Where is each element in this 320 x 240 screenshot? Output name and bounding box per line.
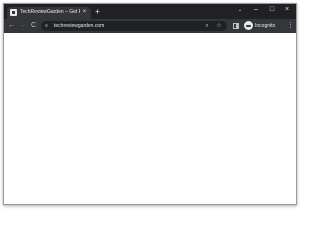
address-bar[interactable]: ≡ techreviewgarden.com ⌕ ☆	[41, 21, 227, 31]
page-content	[4, 33, 296, 204]
browser-menu-button[interactable]: ⋮	[287, 21, 294, 31]
zoom-icon[interactable]: ⌕	[203, 21, 211, 31]
tab-search-chevron-icon[interactable]: ⌄	[234, 5, 246, 15]
incognito-label[interactable]: Incognito	[255, 21, 285, 31]
back-button[interactable]: ←	[7, 21, 16, 31]
tab-close-icon[interactable]: ×	[81, 8, 88, 17]
url-text[interactable]: techreviewgarden.com	[54, 21, 174, 31]
side-panel-icon[interactable]	[233, 23, 239, 29]
tab-strip: TechReviewGarden – Get Review × + ⌄ – □ …	[4, 4, 296, 19]
incognito-icon[interactable]	[244, 21, 253, 30]
site-favicon-icon	[10, 9, 17, 16]
browser-window: TechReviewGarden – Get Review × + ⌄ – □ …	[3, 3, 297, 205]
forward-button[interactable]: →	[18, 21, 27, 31]
close-window-button[interactable]: ×	[281, 5, 293, 15]
new-tab-button[interactable]: +	[93, 7, 102, 16]
minimize-button[interactable]: –	[250, 5, 262, 15]
bookmark-star-icon[interactable]: ☆	[215, 21, 223, 31]
reload-button[interactable]: C	[29, 21, 38, 31]
site-info-icon[interactable]: ≡	[45, 22, 51, 30]
tab-title: TechReviewGarden – Get Review	[20, 9, 80, 15]
maximize-button[interactable]: □	[266, 5, 278, 15]
browser-toolbar: ← → C ≡ techreviewgarden.com ⌕ ☆ Incogni…	[4, 19, 296, 33]
browser-tab[interactable]: TechReviewGarden – Get Review ×	[7, 7, 91, 19]
